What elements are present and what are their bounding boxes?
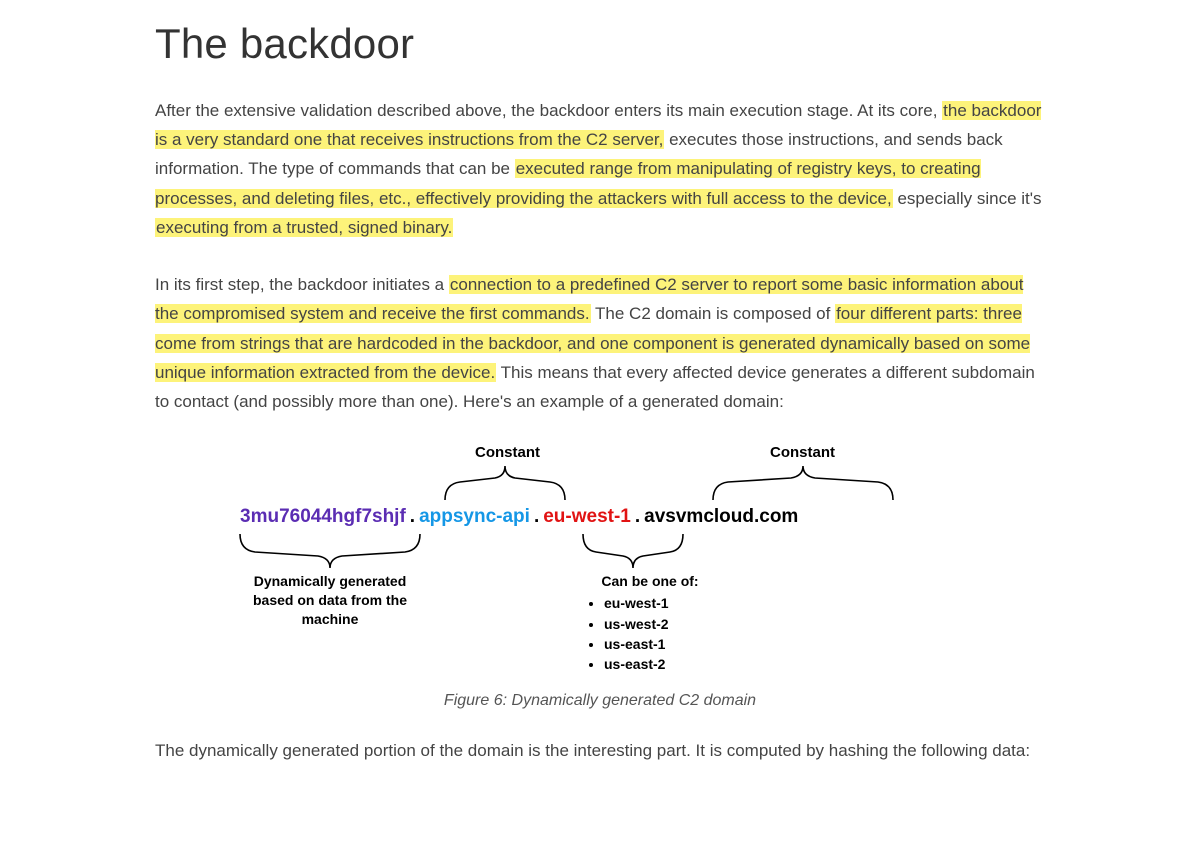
dynamic-segment-caption: Dynamically generated based on data from… (235, 572, 425, 629)
region-list-heading: Can be one of: (570, 572, 730, 591)
c2-domain-diagram: Constant Constant 3mu76044hgf7shjf.appsy… (240, 444, 960, 674)
constant-label-2: Constant (770, 444, 835, 461)
p1-highlight-3: executing from a trusted, signed binary. (155, 218, 453, 237)
figure-caption: Figure 6: Dynamically generated C2 domai… (155, 692, 1045, 710)
brace-icon (578, 530, 688, 570)
region-options-list: Can be one of: eu-west-1 us-west-2 us-ea… (570, 572, 730, 674)
paragraph-3: The dynamically generated portion of the… (155, 736, 1045, 765)
p2-text: The C2 domain is composed of (591, 304, 835, 323)
brace-icon (235, 530, 425, 570)
domain-segment-appsync: appsync-api (419, 506, 530, 527)
p2-text: In its first step, the backdoor initiate… (155, 275, 449, 294)
generated-domain-example: 3mu76044hgf7shjf.appsync-api.eu-west-1.a… (240, 506, 960, 528)
paragraph-2: In its first step, the backdoor initiate… (155, 270, 1045, 416)
region-option: us-west-2 (604, 614, 730, 634)
p1-text: After the extensive validation described… (155, 101, 942, 120)
region-option: us-east-2 (604, 654, 730, 674)
region-option: us-east-1 (604, 634, 730, 654)
paragraph-1: After the extensive validation described… (155, 96, 1045, 242)
dot-separator: . (631, 506, 644, 527)
region-option: eu-west-1 (604, 593, 730, 613)
domain-segment-root: avsvmcloud.com (644, 506, 798, 527)
constant-label-1: Constant (475, 444, 540, 461)
brace-icon (708, 464, 898, 504)
document-page: The backdoor After the extensive validat… (0, 0, 1200, 834)
domain-segment-region: eu-west-1 (543, 506, 631, 527)
dot-separator: . (406, 506, 419, 527)
brace-icon (440, 464, 570, 504)
p1-text: especially since it's (893, 189, 1042, 208)
figure-6: Constant Constant 3mu76044hgf7shjf.appsy… (155, 444, 1045, 710)
dot-separator: . (530, 506, 543, 527)
section-heading: The backdoor (155, 20, 1045, 68)
domain-segment-dynamic: 3mu76044hgf7shjf (240, 506, 406, 527)
